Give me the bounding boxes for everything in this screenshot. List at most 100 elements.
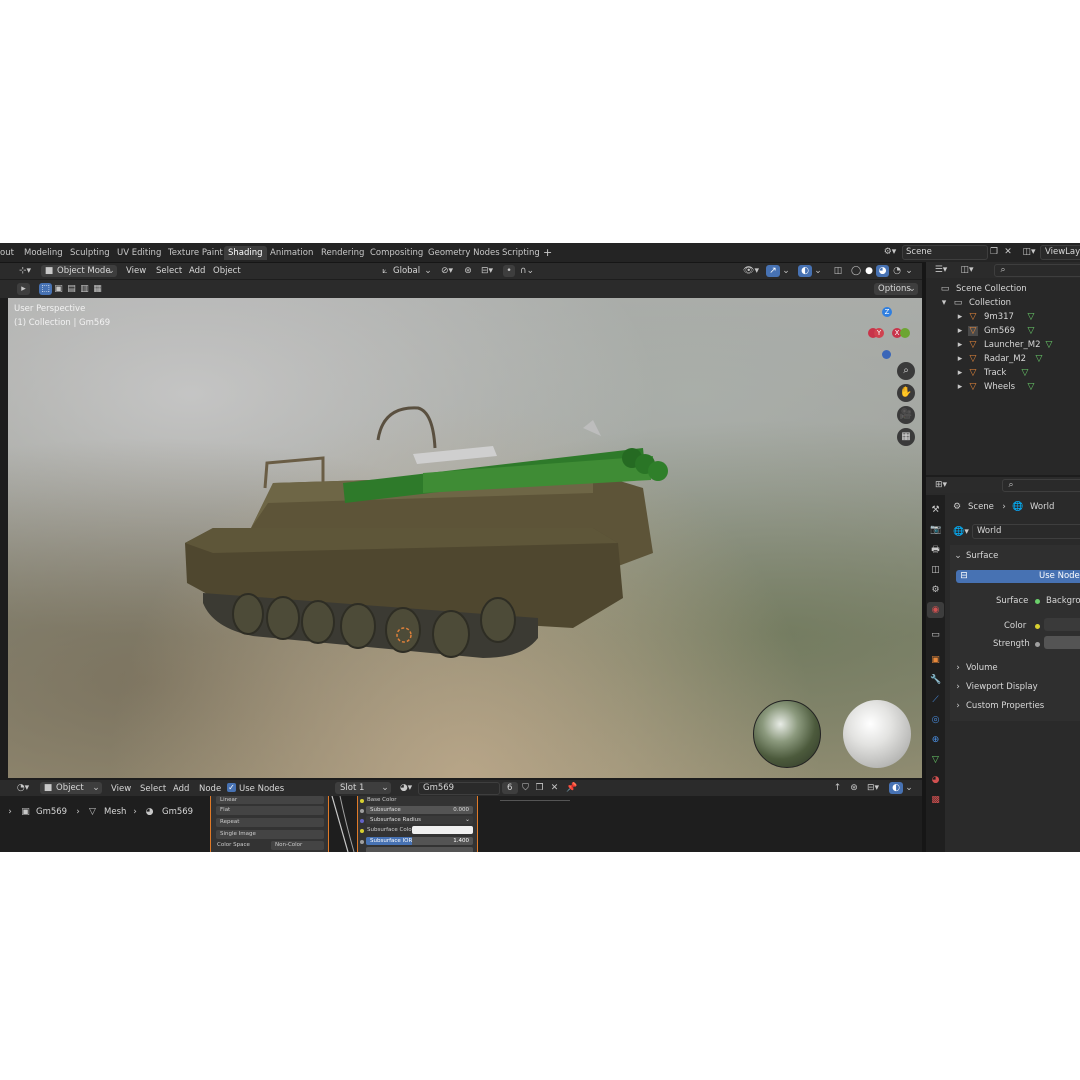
menu-object[interactable]: Object xyxy=(213,266,241,276)
select-invert-icon[interactable]: ▥ xyxy=(79,284,90,294)
subsurface-field[interactable]: Subsurface 0.000 xyxy=(366,806,473,814)
slot-dropdown[interactable]: Slot 1 ⌄ xyxy=(335,782,391,794)
display-mode-icon[interactable]: ◫▾ xyxy=(958,265,976,275)
shader-type-dropdown[interactable]: ■ Object ⌄ xyxy=(40,782,102,794)
object-tab-icon[interactable]: ▣ xyxy=(930,655,941,665)
pin-icon[interactable]: 📌 xyxy=(566,783,577,793)
outliner-search[interactable]: ⌕ xyxy=(994,264,1080,277)
outliner-item[interactable]: ▸ ▽ 9m317 ▽ xyxy=(926,310,1080,324)
snap-mode-icon[interactable]: ⊟▾ xyxy=(864,783,882,793)
chevron-down-icon[interactable]: ⌄ xyxy=(814,266,822,276)
viewport-display-panel-title[interactable]: Viewport Display xyxy=(966,682,1038,692)
navigation-gizmo[interactable]: Z Y X xyxy=(860,298,920,368)
rendered-shading-icon[interactable]: ◔ xyxy=(891,266,903,276)
tab-rendering[interactable]: Rendering xyxy=(321,246,364,260)
tank-model[interactable] xyxy=(173,368,693,668)
scene-collection-label[interactable]: Scene Collection xyxy=(956,284,1027,294)
volume-panel-title[interactable]: Volume xyxy=(966,663,998,673)
view-layer-icon[interactable]: ◫▾ xyxy=(1020,247,1038,257)
grid-icon[interactable]: ▦ xyxy=(897,428,915,446)
tab-scripting[interactable]: Scripting xyxy=(502,246,540,260)
wireframe-shading-icon[interactable]: ◯ xyxy=(850,266,862,276)
menu-select[interactable]: Select xyxy=(156,266,182,276)
expand-arrow-icon[interactable]: ▾ xyxy=(940,298,948,308)
fake-user-shield-icon[interactable]: ⛉ xyxy=(520,783,531,793)
chevron-down-icon[interactable]: ⌄ xyxy=(954,551,962,561)
menu-node[interactable]: Node xyxy=(199,784,221,794)
expand-arrow-icon[interactable]: ▸ xyxy=(956,354,964,364)
parent-node-icon[interactable]: ↑ xyxy=(832,783,843,793)
axis-y[interactable]: Y xyxy=(874,328,884,338)
select-extend-icon[interactable]: ▣ xyxy=(53,284,64,294)
expand-arrow-icon[interactable]: ▸ xyxy=(956,340,964,350)
editor-type-icon[interactable]: ⊞▾ xyxy=(932,480,950,490)
principled-bsdf-node[interactable]: Base Color Subsurface 0.000 Subsurface R… xyxy=(357,796,478,852)
surface-value[interactable]: Backgrou xyxy=(1046,596,1080,606)
subsurface-radius-dropdown[interactable]: Subsurface Radius ⌄ xyxy=(366,816,473,824)
color-field[interactable] xyxy=(1044,618,1080,631)
view-layer-tab-icon[interactable]: ◫ xyxy=(930,565,941,575)
material-users-count[interactable]: 6 xyxy=(502,782,518,794)
falloff-icon[interactable]: ∩⌄ xyxy=(519,266,535,276)
extension-dropdown[interactable]: Repeat xyxy=(216,818,324,827)
interpolation-dropdown[interactable]: Linear xyxy=(216,796,324,804)
chevron-down-icon[interactable]: ⌄ xyxy=(782,266,790,276)
render-tab-icon[interactable]: 📷 xyxy=(930,525,941,535)
add-workspace-button[interactable]: + xyxy=(543,246,552,260)
tab-modeling[interactable]: Modeling xyxy=(24,246,63,260)
constraints-tab-icon[interactable]: ⊕ xyxy=(930,735,941,745)
tool-tab-icon[interactable]: ⚒ xyxy=(930,505,941,515)
outliner-item[interactable]: ▸ ▽ Launcher_M2 ▽ xyxy=(926,338,1080,352)
editor-type-icon[interactable]: ☰▾ xyxy=(932,265,950,275)
use-nodes-button[interactable]: ⊟ Use Nodes xyxy=(956,570,1080,583)
texture-tab-icon[interactable]: ▩ xyxy=(930,795,941,805)
particles-tab-icon[interactable]: ⟋ xyxy=(930,695,941,705)
close-icon[interactable]: ✕ xyxy=(1002,247,1014,257)
node-editor-canvas[interactable]: › ▣ Gm569 › ▽ Mesh › ◕ Gm569 Linear Flat… xyxy=(0,796,922,852)
chevron-right-icon[interactable]: › xyxy=(954,663,962,673)
source-dropdown[interactable]: Single Image xyxy=(216,830,324,839)
properties-search[interactable]: ⌕ xyxy=(1002,479,1080,492)
copy-scene-icon[interactable]: ❐ xyxy=(988,247,1000,257)
surface-panel-title[interactable]: Surface xyxy=(966,551,998,561)
tab-geometry-nodes[interactable]: Geometry Nodes xyxy=(428,246,500,260)
strength-field[interactable] xyxy=(1044,636,1080,649)
projection-dropdown[interactable]: Flat xyxy=(216,806,324,815)
zoom-icon[interactable]: ⌕ xyxy=(897,362,915,380)
tab-shading[interactable]: Shading xyxy=(224,246,267,260)
chevron-down-icon[interactable]: ⌄ xyxy=(905,783,913,793)
world-tab-icon[interactable]: ◉ xyxy=(930,605,941,615)
duplicate-icon[interactable]: ❐ xyxy=(534,783,545,793)
tab-layout[interactable]: out xyxy=(0,246,14,260)
axis-z[interactable]: Z xyxy=(882,307,892,317)
collection-tab-icon[interactable]: ▭ xyxy=(930,630,941,640)
tab-uv-editing[interactable]: UV Editing xyxy=(117,246,161,260)
material-tab-icon[interactable]: ◕ xyxy=(930,775,941,785)
expand-arrow-icon[interactable]: ▸ xyxy=(956,368,964,378)
camera-icon[interactable]: 🎥 xyxy=(897,406,915,424)
menu-view[interactable]: View xyxy=(111,784,131,794)
outliner-item[interactable]: ▸ ▽ Wheels ▽ xyxy=(926,380,1080,394)
pivot-icon[interactable]: ⊘▾ xyxy=(438,266,456,276)
menu-add[interactable]: Add xyxy=(173,784,189,794)
world-name-field[interactable]: World xyxy=(972,524,1080,539)
chevron-down-icon[interactable]: ⌄ xyxy=(905,266,913,276)
collection-label[interactable]: Collection xyxy=(969,298,1011,308)
tab-compositing[interactable]: Compositing xyxy=(370,246,423,260)
scene-field[interactable]: Scene xyxy=(902,245,988,260)
tab-sculpting[interactable]: Sculpting xyxy=(70,246,110,260)
color-space-dropdown[interactable]: Non-Color xyxy=(271,841,324,850)
subsurface-ior-field[interactable]: Subsurface IOR 1.400 xyxy=(366,837,473,845)
menu-select[interactable]: Select xyxy=(140,784,166,794)
modifier-wrench-icon[interactable]: 🔧 xyxy=(930,675,941,685)
chevron-right-icon[interactable]: › xyxy=(954,701,962,711)
expand-arrow-icon[interactable]: ▸ xyxy=(956,312,964,322)
axis-neg-y[interactable] xyxy=(900,328,910,338)
world-browse-icon[interactable]: 🌐▾ xyxy=(952,527,970,537)
select-intersect-icon[interactable]: ▦ xyxy=(92,284,103,294)
menu-add[interactable]: Add xyxy=(189,266,205,276)
subsurface-color-swatch[interactable] xyxy=(412,826,473,834)
image-texture-node[interactable]: Linear Flat Repeat Single Image Color Sp… xyxy=(210,796,329,852)
axis-neg-z[interactable] xyxy=(882,350,891,359)
select-subtract-icon[interactable]: ▤ xyxy=(66,284,77,294)
